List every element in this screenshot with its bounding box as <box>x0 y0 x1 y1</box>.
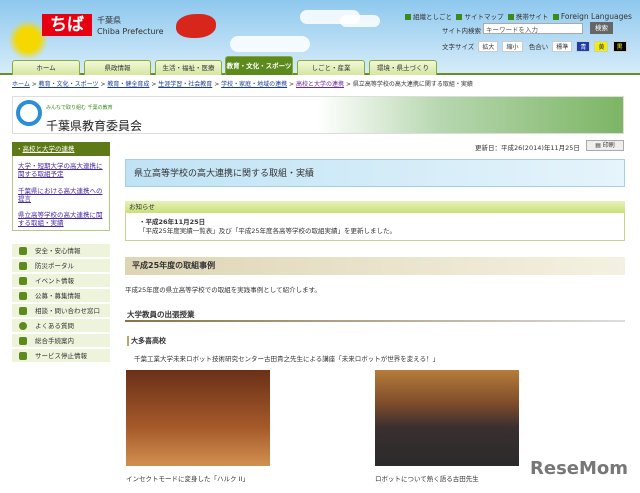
education-logo-icon <box>16 100 42 126</box>
update-date: 更新日：平成26(2014)年11月25日 <box>475 144 580 152</box>
notice-text: 「平成25年度実績一覧表」及び「平成25年度各高等学校の取組実績」を更新しました… <box>139 227 397 235</box>
link-mobile[interactable]: 携帯サイト <box>507 13 548 21</box>
search-button[interactable]: 検索 <box>590 22 613 34</box>
chiba-logo[interactable]: ちば <box>42 14 92 36</box>
breadcrumb: ホーム > 教育・文化・スポーツ > 教育・健全育成 > 生涯学習・社会教育 >… <box>12 81 473 88</box>
pref-name-en: Chiba Prefecture <box>97 27 164 36</box>
section-text: 平成25年度の県立高等学校での取組を実践事例として紹介します。 <box>125 286 321 294</box>
color-yellow-button[interactable]: 黄 <box>594 41 609 52</box>
tab-environment[interactable]: 環境・県土づくり <box>369 60 437 75</box>
person-icon <box>19 307 27 315</box>
search-label: サイト内検索 <box>442 27 481 35</box>
color-blue-button[interactable]: 青 <box>576 41 591 52</box>
breadcrumb-link[interactable]: 生涯学習・社会教育 <box>158 81 212 88</box>
lecture-photo <box>375 370 519 466</box>
section-heading: 平成25年度の取組事例 <box>125 257 625 275</box>
search-input[interactable]: キーワードを入力 <box>483 23 583 34</box>
color-black-button[interactable]: 黒 <box>612 41 627 52</box>
speech-bubble-icon <box>19 322 27 330</box>
banner-title[interactable]: 千葉県教育委員会 <box>46 117 142 134</box>
menu-events[interactable]: イベント情報 <box>12 274 110 288</box>
resemom-watermark: ReseMom <box>530 458 629 479</box>
link-foreign-languages[interactable]: Foreign Languages <box>552 12 632 21</box>
menu-procedures[interactable]: 総合手続案内 <box>12 334 110 348</box>
sidebar-link[interactable]: 県立高等学校の高大連携に関する取組・実績 <box>18 211 106 227</box>
pencil-icon <box>19 337 27 345</box>
sidebar-heading[interactable]: ・高校と大学の連携 <box>12 142 110 156</box>
display-controls: 文字サイズ 拡大 縮小 色合い 標準 青 黄 黒 <box>442 41 627 52</box>
monitor-icon <box>19 352 27 360</box>
font-small-button[interactable]: 縮小 <box>502 41 523 52</box>
robot-photo <box>126 370 270 466</box>
notice-heading: お知らせ <box>125 201 625 213</box>
menu-contact[interactable]: 相談・問い合わせ窓口 <box>12 304 110 318</box>
print-button[interactable]: ▤ 印刷 <box>586 140 624 151</box>
lecture-description: 千葉工業大学未来ロボット技術研究センター古田貴之先生による講座「未来ロボットが世… <box>134 355 440 363</box>
school-name: 大多喜高校 <box>127 336 166 346</box>
breadcrumb-link[interactable]: 教育・文化・スポーツ <box>39 81 99 88</box>
heart-icon <box>19 247 27 255</box>
banner-subtitle: みんなで取り組む 千葉の教育 <box>46 105 113 111</box>
menu-safety[interactable]: 安全・安心情報 <box>12 244 110 258</box>
breadcrumb-link[interactable]: 高校と大学の連携 <box>296 81 344 88</box>
lightning-icon <box>19 262 27 270</box>
tab-education-culture-sports[interactable]: 教育・文化・スポーツ <box>225 56 293 75</box>
photo-caption: インセクトモードに変身した「ハルク II」 <box>126 475 249 483</box>
menu-faq[interactable]: よくある質問 <box>12 319 110 333</box>
tab-work-industry[interactable]: しごと・産業 <box>297 60 365 75</box>
breadcrumb-link[interactable]: 学校・家庭・地域の連携 <box>221 81 287 88</box>
breadcrumb-link[interactable]: 教育・健全育成 <box>107 81 149 88</box>
top-links: 組織としごと サイトマップ 携帯サイト Foreign Languages <box>405 11 632 21</box>
photo-caption: ロボットについて熱く語る古田先生 <box>375 475 479 483</box>
tab-home[interactable]: ホーム <box>12 60 80 75</box>
sidebar-link[interactable]: 千葉県における高大連携への提言 <box>18 187 106 203</box>
link-organization[interactable]: 組織としごと <box>405 13 452 21</box>
sidebar-link[interactable]: 大学・短期大学の高大連携に関する取組予定 <box>18 162 106 178</box>
divider <box>125 320 625 322</box>
color-label: 色合い <box>528 43 549 51</box>
tab-life-welfare[interactable]: 生活・福祉・医療 <box>155 60 222 75</box>
chiba-kun-mascot-icon <box>176 14 216 38</box>
color-standard-button[interactable]: 標準 <box>552 41 573 52</box>
breadcrumb-link[interactable]: ホーム <box>12 81 30 88</box>
link-sitemap[interactable]: サイトマップ <box>456 13 503 21</box>
printer-icon: ▤ <box>595 142 601 149</box>
font-large-button[interactable]: 拡大 <box>478 41 499 52</box>
breadcrumb-current: 県立高等学校の高大連携に関する取組・実績 <box>352 81 473 88</box>
page-title: 県立高等学校の高大連携に関する取組・実績 <box>125 159 625 187</box>
font-size-label: 文字サイズ <box>442 43 475 51</box>
calendar-icon <box>19 277 27 285</box>
subsection-heading: 大学教員の出張授業 <box>127 310 195 319</box>
tab-prefectural-info[interactable]: 県政情報 <box>84 60 151 75</box>
menu-disaster-portal[interactable]: 防災ポータル <box>12 259 110 273</box>
menu-recruitment[interactable]: 公募・募集情報 <box>12 289 110 303</box>
document-icon <box>19 292 27 300</box>
pref-name-ja: 千葉県 <box>97 16 121 25</box>
menu-service-outage[interactable]: サービス停止情報 <box>12 349 110 363</box>
